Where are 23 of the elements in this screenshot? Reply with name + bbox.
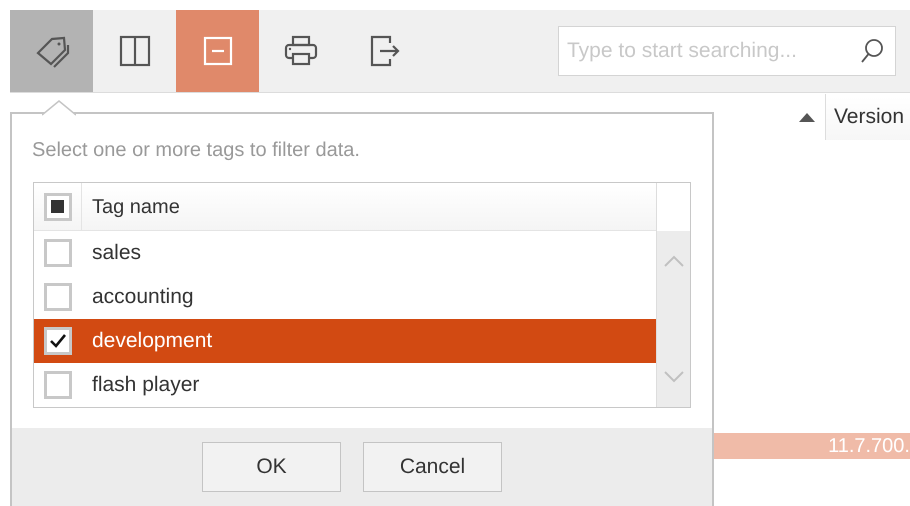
checkbox[interactable] (44, 283, 72, 311)
table-cell: 11.7.700. (828, 436, 910, 456)
tag-label: development (92, 328, 212, 354)
cancel-button[interactable]: Cancel (363, 442, 502, 492)
column-header[interactable]: Tag name (92, 192, 180, 222)
checkbox[interactable] (44, 239, 72, 267)
toolbar-button[interactable] (10, 10, 93, 92)
scrollbar[interactable] (656, 183, 690, 407)
scroll-up-icon[interactable] (664, 255, 684, 267)
scroll-down-icon[interactable] (664, 371, 684, 383)
checkbox[interactable] (44, 327, 72, 355)
checkbox[interactable] (44, 192, 72, 220)
square-icon (51, 200, 64, 213)
tag-label: accounting (92, 284, 194, 310)
search-icon (860, 38, 884, 64)
checkbox[interactable] (44, 371, 72, 399)
column-header[interactable]: Version (824, 94, 910, 140)
checkmark-icon (49, 333, 67, 349)
tag-label: sales (92, 240, 142, 266)
filter-hint: Select one or more tags to filter data. (32, 140, 361, 160)
tag-label: flash player (92, 372, 200, 398)
ok-button[interactable]: OK (202, 442, 341, 492)
tag-row[interactable]: development (34, 319, 656, 363)
